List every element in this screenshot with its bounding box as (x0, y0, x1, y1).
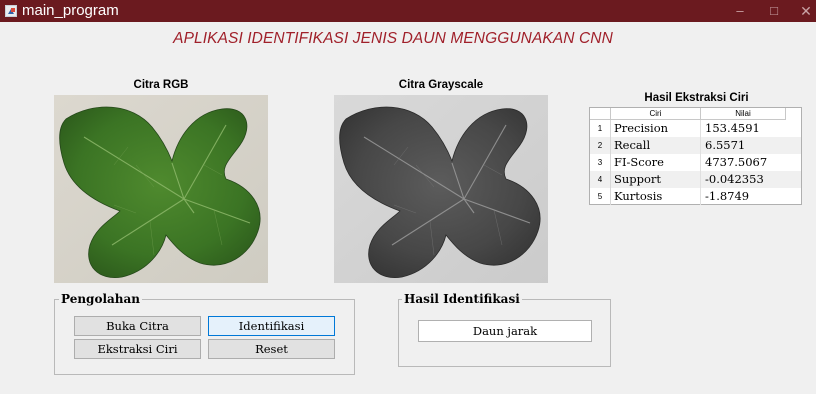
minimize-button[interactable]: – (726, 0, 754, 22)
row-index: 3 (597, 158, 603, 167)
window-title: main_program (22, 2, 119, 19)
app-heading: APLIKASI IDENTIFIKASI JENIS DAUN MENGGUN… (173, 30, 613, 47)
close-button[interactable]: ✕ (796, 0, 816, 22)
identification-panel-label: Hasil Identifikasi (402, 292, 522, 306)
table-row[interactable]: 3 FI-Score 4737.5067 (590, 154, 801, 171)
table-row[interactable]: 5 Kurtosis -1.8749 (590, 188, 801, 205)
app-window: main_program – □ ✕ APLIKASI IDENTIFIKASI… (0, 0, 816, 394)
row-index: 4 (597, 175, 603, 184)
rgb-axes-title: Citra RGB (133, 79, 189, 91)
feature-value[interactable]: 6.5571 (705, 137, 785, 154)
feature-name[interactable]: Kurtosis (614, 188, 700, 205)
feature-value[interactable]: -0.042353 (705, 171, 785, 188)
processing-panel-label: Pengolahan (59, 292, 143, 306)
feature-value[interactable]: -1.8749 (705, 188, 785, 205)
title-bar[interactable]: main_program – □ ✕ (0, 0, 816, 22)
feature-name[interactable]: FI-Score (614, 154, 700, 171)
feature-name[interactable]: Recall (614, 137, 700, 154)
identification-result: Daun jarak (418, 320, 592, 342)
maximize-button[interactable]: □ (760, 0, 788, 22)
feature-value[interactable]: 4737.5067 (705, 154, 785, 171)
feature-value[interactable]: 153.4591 (705, 120, 785, 137)
extract-features-button[interactable]: Ekstraksi Ciri (74, 339, 201, 359)
table-row[interactable]: 1 Precision 153.4591 (590, 120, 801, 137)
grayscale-axes-title: Citra Grayscale (398, 79, 484, 91)
identify-button[interactable]: Identifikasi (208, 316, 335, 336)
processing-panel (54, 299, 355, 375)
row-index: 1 (597, 124, 603, 133)
features-table[interactable]: Ciri Nilai 1 Precision 153.4591 2 Recall… (589, 107, 802, 205)
open-image-button[interactable]: Buka Citra (74, 316, 201, 336)
grayscale-image (334, 95, 548, 283)
matlab-icon (5, 5, 17, 17)
feature-name[interactable]: Support (614, 171, 700, 188)
column-header-nilai[interactable]: Nilai (701, 108, 786, 120)
row-index-header (590, 108, 611, 120)
feature-name[interactable]: Precision (614, 120, 700, 137)
rgb-image (54, 95, 268, 283)
table-row[interactable]: 2 Recall 6.5571 (590, 137, 801, 154)
row-index: 5 (597, 192, 603, 201)
reset-button[interactable]: Reset (208, 339, 335, 359)
features-table-title: Hasil Ekstraksi Ciri (644, 92, 749, 104)
column-header-ciri[interactable]: Ciri (611, 108, 701, 120)
row-index: 2 (597, 141, 603, 150)
table-row[interactable]: 4 Support -0.042353 (590, 171, 801, 188)
